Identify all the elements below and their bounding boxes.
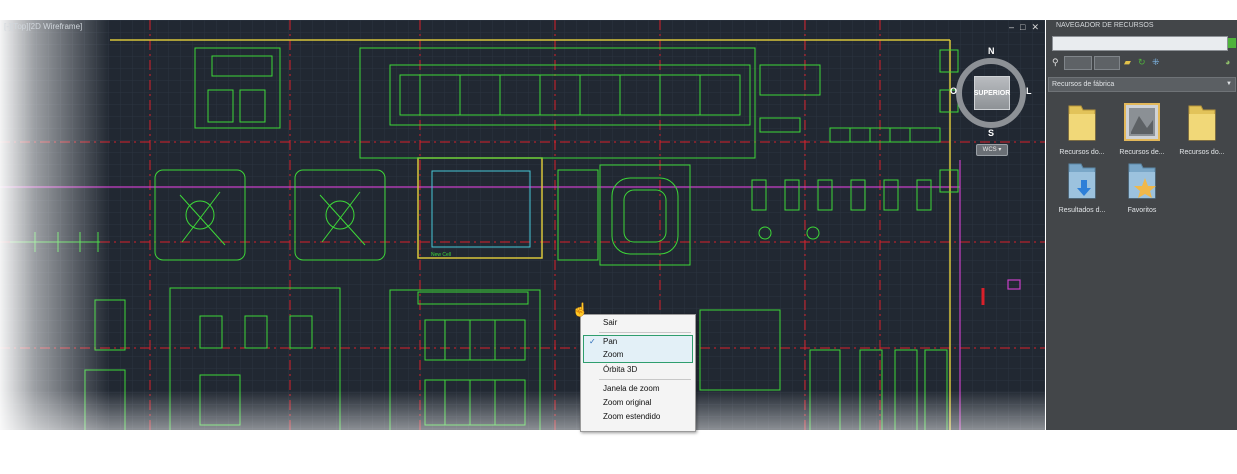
cell-label: New Cell xyxy=(431,252,451,258)
cad-viewport[interactable]: [-][Top][2D Wireframe] – □ ✕ New Cell SU… xyxy=(0,20,1045,450)
resource-item-label: Resultados d... xyxy=(1058,207,1106,214)
filter-icon[interactable]: ⚲ xyxy=(1052,56,1059,68)
cad-drawing[interactable]: New Cell xyxy=(0,20,1045,450)
menu-highlight xyxy=(583,335,693,363)
resource-item[interactable]: Resultados d... xyxy=(1052,160,1112,214)
resource-item-label: Recursos do... xyxy=(1179,149,1225,156)
resource-item[interactable]: Recursos de... xyxy=(1112,102,1172,156)
restore-icon[interactable]: □ xyxy=(1020,22,1025,32)
menu-item-pan[interactable]: ✓ Pan xyxy=(589,336,618,348)
menu-item-orbit-3d[interactable]: Órbita 3D xyxy=(603,364,637,376)
chevron-down-icon: ▼ xyxy=(1226,81,1232,87)
minimize-icon[interactable]: – xyxy=(1009,22,1014,32)
resource-category-dropdown[interactable]: Recursos de fábrica ▼ xyxy=(1048,77,1236,92)
resource-item[interactable]: Recursos do... xyxy=(1052,102,1112,156)
image-folder-icon xyxy=(1124,103,1160,141)
checkmark-icon: ✓ xyxy=(589,337,596,346)
view-mode-dropdown[interactable] xyxy=(1064,56,1092,70)
menu-item-zoom[interactable]: Zoom xyxy=(603,349,623,361)
menu-separator xyxy=(599,332,691,333)
panel-title: NAVEGADOR DE RECURSOS xyxy=(1056,22,1154,29)
resource-item[interactable]: Recursos do... xyxy=(1172,102,1232,156)
pan-hand-cursor-icon: ☝ xyxy=(572,302,589,317)
menu-item-zoom-extents[interactable]: Zoom estendido xyxy=(603,411,660,423)
refresh-icon[interactable]: ↻ xyxy=(1138,56,1146,68)
resource-item-label: Favoritos xyxy=(1127,207,1157,214)
folder-up-icon[interactable]: ▰ xyxy=(1124,56,1131,68)
menu-item-exit[interactable]: Sair xyxy=(603,317,617,329)
favorites-folder-icon xyxy=(1128,163,1156,199)
compass-north[interactable]: N xyxy=(988,46,995,56)
page-bottom xyxy=(0,430,1237,474)
panel-toolbar: ⚲ ▰ ↻ ⁜ ◕ xyxy=(1050,54,1236,70)
resource-icons-grid: Recursos do... Recursos de... Recursos d… xyxy=(1052,102,1237,222)
compass-east[interactable]: L xyxy=(1026,86,1032,96)
context-menu: Sair ✓ Pan Zoom Órbita 3D Janela de zoom… xyxy=(580,314,696,432)
grid-background xyxy=(0,20,1045,450)
menu-item-zoom-original[interactable]: Zoom original xyxy=(603,397,651,409)
search-input[interactable] xyxy=(1052,36,1228,51)
viewcube-face[interactable]: SUPERIOR xyxy=(974,76,1010,110)
menu-item-pan-label: Pan xyxy=(603,337,618,346)
compass-west[interactable]: O xyxy=(950,86,957,96)
viewport-controls: – □ ✕ xyxy=(1009,22,1039,32)
go-arrow-icon[interactable] xyxy=(1228,38,1236,48)
resource-item[interactable]: Favoritos xyxy=(1112,160,1172,214)
folder-icon xyxy=(1068,105,1096,141)
resource-item-label: Recursos do... xyxy=(1059,149,1105,156)
viewport-title[interactable]: [-][Top][2D Wireframe] xyxy=(4,22,82,31)
wcs-menu[interactable]: WCS ▾ xyxy=(976,144,1008,156)
dropdown-value: Recursos de fábrica xyxy=(1052,81,1115,88)
menu-separator xyxy=(599,379,691,380)
compass-south[interactable]: S xyxy=(988,128,994,138)
menu-item-zoom-window[interactable]: Janela de zoom xyxy=(603,383,659,395)
viewcube[interactable]: SUPERIOR N S L O xyxy=(950,46,1032,138)
search-results-folder-icon xyxy=(1068,163,1096,199)
settings-icon[interactable]: ◕ xyxy=(1225,56,1230,68)
resource-item-label: Recursos de... xyxy=(1119,149,1165,156)
tree-icon[interactable]: ⁜ xyxy=(1152,56,1160,68)
resource-browser-panel: NAVEGADOR DE RECURSOS ⚲ ▰ ↻ ⁜ ◕ Recursos… xyxy=(1046,20,1237,450)
close-icon[interactable]: ✕ xyxy=(1031,22,1039,32)
sort-dropdown[interactable] xyxy=(1094,56,1120,70)
folder-icon xyxy=(1188,105,1216,141)
